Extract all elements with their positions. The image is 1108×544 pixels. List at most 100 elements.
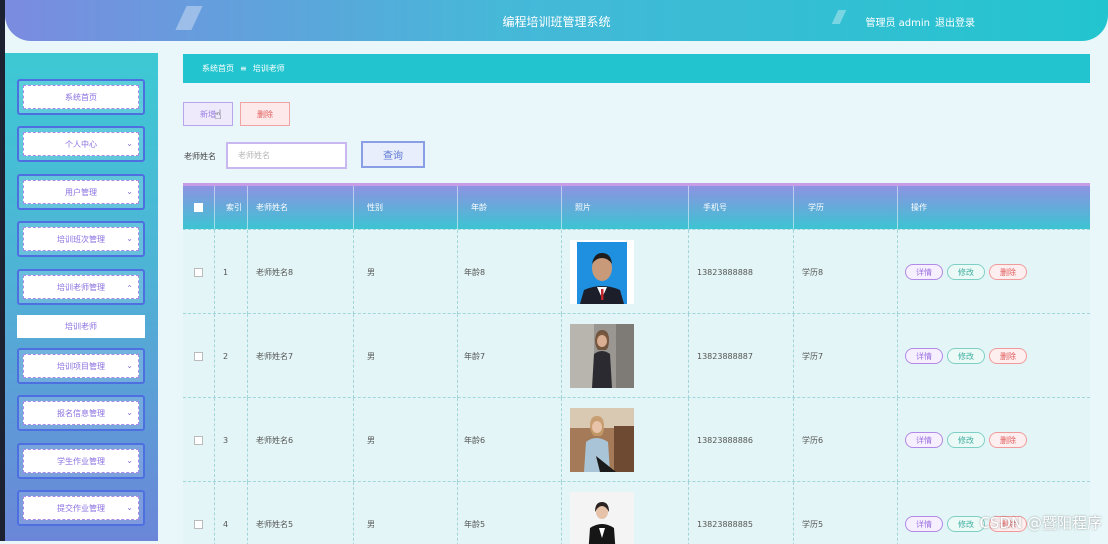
sidebar-item-label: 系统首页 [23, 85, 139, 109]
query-button[interactable]: 查询 [361, 141, 425, 168]
column-header: 年龄 [458, 186, 562, 229]
breadcrumb-current: 培训老师 [252, 64, 285, 73]
sidebar-item-home[interactable]: 系统首页 [17, 79, 145, 115]
sidebar-item-label: 报名信息管理 [23, 401, 139, 425]
logout-link[interactable]: 退出登录 [935, 18, 975, 29]
delete-button[interactable]: 删除 [240, 102, 290, 126]
column-header: 学历 [794, 186, 898, 229]
cell-phone: 13823888887 [689, 314, 794, 398]
cell-photo [562, 398, 689, 482]
row-checkbox[interactable] [194, 351, 203, 361]
sidebar-item-homework[interactable]: 学生作业管理 ⌄ [17, 443, 145, 479]
teacher-name-input[interactable] [226, 142, 347, 169]
row-checkbox[interactable] [194, 519, 203, 529]
cell-phone: 13823888886 [689, 398, 794, 482]
chevron-down-icon: ⌄ [126, 503, 133, 512]
row-delete-button[interactable]: 删除 [989, 348, 1027, 364]
sidebar-item-enrollment[interactable]: 报名信息管理 ⌄ [17, 395, 145, 431]
row-checkbox-cell [183, 398, 215, 482]
column-header: 操作 [911, 203, 927, 212]
table-row: 2 老师姓名7 男 年龄7 13823888887 学历7 详情 修改 删除 [183, 313, 1090, 398]
cell-actions: 详情 修改 删除 [898, 314, 1090, 398]
row-checkbox[interactable] [194, 267, 203, 277]
cell-phone: 13823888885 [689, 482, 794, 544]
cell-index: 4 [215, 482, 248, 544]
detail-button[interactable]: 详情 [905, 348, 943, 364]
search-label: 老师姓名 [184, 152, 216, 161]
row-delete-button[interactable]: 删除 [989, 264, 1027, 280]
current-user: 管理员 admin [865, 18, 930, 29]
chevron-down-icon: ⌄ [126, 456, 133, 465]
cell-education: 学历5 [794, 482, 898, 544]
cell-actions: 详情 修改 删除 [898, 230, 1090, 314]
column-header: 手机号 [689, 186, 794, 229]
sidebar-item-label: 培训老师管理 [23, 275, 139, 299]
cell-gender: 男 [354, 482, 458, 544]
cell-education: 学历8 [794, 230, 898, 314]
row-checkbox-cell [183, 230, 215, 314]
breadcrumb-separator: ≡ [240, 64, 247, 73]
cell-education: 学历7 [794, 314, 898, 398]
row-checkbox[interactable] [194, 435, 203, 445]
breadcrumb: 系统首页 ≡ 培训老师 [183, 54, 1090, 83]
chevron-down-icon: ⌄ [126, 361, 133, 370]
sidebar-item-teachers[interactable]: 培训老师管理 ⌃ [17, 269, 145, 305]
edit-button[interactable]: 修改 [947, 432, 985, 448]
row-delete-button[interactable]: 删除 [989, 432, 1027, 448]
select-all-checkbox[interactable] [194, 203, 203, 212]
sidebar-item-label: 学生作业管理 [23, 449, 139, 473]
cell-gender: 男 [354, 314, 458, 398]
teacher-photo [570, 324, 634, 388]
sidebar-item-label: 培训班次管理 [23, 227, 139, 251]
chevron-down-icon: ⌄ [126, 187, 133, 196]
detail-button[interactable]: 详情 [905, 432, 943, 448]
sidebar-item-label: 提交作业管理 [23, 496, 139, 520]
sidebar-item-label: 用户管理 [23, 180, 139, 204]
chevron-down-icon: ⌄ [126, 139, 133, 148]
breadcrumb-home[interactable]: 系统首页 [202, 63, 234, 74]
table-row: 3 老师姓名6 男 年龄6 13823888886 学历6 详情 修改 删除 [183, 397, 1090, 482]
edit-button[interactable]: 修改 [947, 348, 985, 364]
watermark: CSDN @暨阳程序 [979, 514, 1102, 532]
cell-education: 学历6 [794, 398, 898, 482]
sidebar: 系统首页 个人中心 ⌄ 用户管理 ⌄ 培训班次管理 ⌄ 培训老师管理 ⌃ 培训老… [5, 53, 158, 541]
sidebar-subitem-teachers[interactable]: 培训老师 [17, 315, 145, 338]
teacher-photo [570, 240, 634, 304]
cell-name: 老师姓名6 [248, 398, 354, 482]
sidebar-item-profile[interactable]: 个人中心 ⌄ [17, 126, 145, 162]
cell-name: 老师姓名8 [248, 230, 354, 314]
cell-index: 1 [215, 230, 248, 314]
cell-actions: 详情 修改 删除 [898, 398, 1090, 482]
cell-name: 老师姓名5 [248, 482, 354, 544]
teacher-table: 索引 老师姓名 性别 年龄 照片 手机号 学历 操作 1 老师姓名8 男 年龄8 [183, 183, 1090, 544]
teacher-photo [570, 408, 634, 472]
cell-index: 3 [215, 398, 248, 482]
sidebar-item-label: 个人中心 [23, 132, 139, 156]
top-header: 编程培训班管理系统 管理员 admin 退出登录 [5, 0, 1108, 41]
column-header: 照片 [562, 186, 689, 229]
cell-name: 老师姓名7 [248, 314, 354, 398]
sidebar-item-projects[interactable]: 培训项目管理 ⌄ [17, 348, 145, 384]
cell-age: 年龄7 [458, 314, 562, 398]
sidebar-item-submissions[interactable]: 提交作业管理 ⌄ [17, 490, 145, 526]
cell-gender: 男 [354, 230, 458, 314]
column-header: 索引 [215, 186, 248, 229]
detail-button[interactable]: 详情 [905, 264, 943, 280]
cell-gender: 男 [354, 398, 458, 482]
header-checkbox-cell [183, 186, 215, 229]
add-button[interactable]: 新增 [183, 102, 233, 126]
detail-button[interactable]: 详情 [905, 516, 943, 532]
cell-index: 2 [215, 314, 248, 398]
teacher-photo [570, 492, 634, 544]
cell-phone: 13823888888 [689, 230, 794, 314]
column-header: 老师姓名 [248, 186, 354, 229]
hand-cursor-icon: ☝ [214, 108, 222, 123]
cell-age: 年龄5 [458, 482, 562, 544]
sidebar-item-classes[interactable]: 培训班次管理 ⌄ [17, 221, 145, 257]
chevron-down-icon: ⌄ [126, 234, 133, 243]
column-header: 性别 [354, 186, 458, 229]
table-row: 1 老师姓名8 男 年龄8 13823888888 学历8 详情 修改 删除 [183, 229, 1090, 314]
sidebar-item-users[interactable]: 用户管理 ⌄ [17, 174, 145, 210]
cell-photo [562, 230, 689, 314]
edit-button[interactable]: 修改 [947, 264, 985, 280]
